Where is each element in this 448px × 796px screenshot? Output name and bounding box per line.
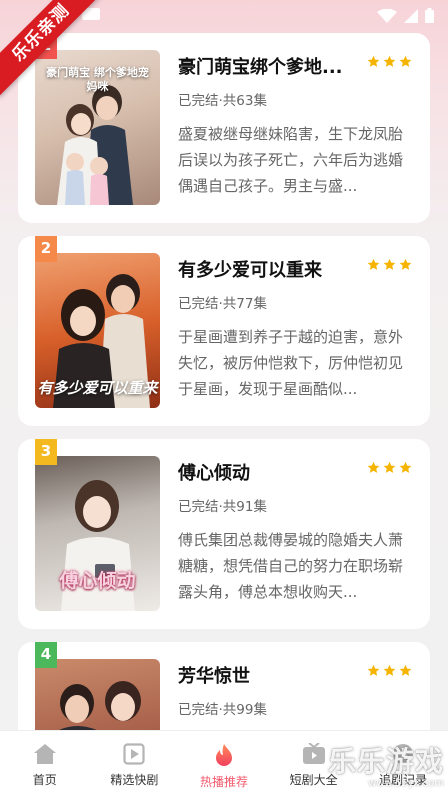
star-icon (367, 55, 380, 67)
star-icon (399, 55, 412, 67)
episode-status: 已完结·共91集 (178, 499, 267, 515)
star-icon (399, 258, 412, 270)
nav-label: 精选快剧 (110, 773, 159, 787)
drama-description: 于星画遭到养子于越的迫害，意外失忆，被厉仲恺救下，厉仲恺初见于星画，发现于星画酷… (178, 328, 404, 398)
episode-status: 已完结·共63集 (178, 93, 267, 109)
nav-item-trending[interactable]: 热播推荐 (179, 731, 269, 796)
drama-description: 盛夏被继母继妹陷害，生下龙凤胎后误以为孩子死亡，六年后为逃婚偶遇自己孩子。男主与… (178, 125, 404, 195)
drama-poster[interactable] (35, 659, 160, 730)
nav-item-history[interactable]: 追剧记录 (358, 731, 448, 796)
flame-icon (215, 744, 232, 766)
drama-poster[interactable]: 有多少爱可以重来 (35, 253, 160, 408)
star-icon (383, 664, 396, 676)
rating-stars (367, 55, 412, 68)
poster-title: 有多少爱可以重来 (37, 379, 158, 397)
nav-label: 热播推荐 (199, 775, 248, 789)
star-icon (383, 461, 396, 473)
star-icon (399, 461, 412, 473)
rank-badge: 3 (35, 439, 57, 465)
episode-status: 已完结·共77集 (178, 296, 267, 312)
nav-item-catalog[interactable]: 短剧大全 (269, 731, 359, 796)
star-icon (399, 664, 412, 676)
nav-label: 首页 (32, 773, 57, 787)
nav-label: 短剧大全 (289, 773, 338, 787)
drama-description: 傅氏集团总裁傅晏城的隐婚夫人萧糖糖，想凭借自己的努力在职场崭露头角，傅总本想收购… (178, 531, 404, 601)
episode-status: 已完结·共99集 (178, 702, 267, 718)
drama-title[interactable]: 豪门萌宝绑个爹地... (178, 53, 358, 79)
tv-icon (302, 743, 325, 764)
rating-stars (367, 461, 412, 474)
nav-label: 追剧记录 (379, 773, 428, 787)
drama-card[interactable]: 3 傅心倾动 傅心倾动 已完结·共91集 傅氏集团总裁傅晏城的隐婚夫人萧糖糖，想… (18, 439, 430, 629)
poster-title: 傅心倾动 (59, 570, 136, 592)
drama-title[interactable]: 傅心倾动 (178, 459, 358, 485)
nav-item-home[interactable]: 首页 (0, 731, 90, 796)
home-icon (33, 744, 56, 764)
corner-ribbon: 乐乐亲测 (0, 0, 110, 110)
drama-poster[interactable]: 傅心倾动 (35, 456, 160, 611)
ribbon-text: 乐乐亲测 (0, 0, 105, 97)
rating-stars (367, 664, 412, 677)
drama-card[interactable]: 2 有多少爱可以重来 有多少爱可以重来 已完结·共77集 于星画遭到养子于越的迫… (18, 236, 430, 426)
drama-card[interactable]: 4 芳华惊世 已完结·共99集 (18, 642, 430, 730)
drama-title[interactable]: 芳华惊世 (178, 662, 358, 688)
star-icon (367, 664, 380, 676)
star-icon (383, 258, 396, 270)
rank-badge: 4 (35, 642, 57, 668)
star-icon (367, 258, 380, 270)
history-icon (393, 744, 414, 764)
rank-badge: 2 (35, 236, 57, 262)
star-icon (383, 55, 396, 67)
star-icon (367, 461, 380, 473)
drama-title[interactable]: 有多少爱可以重来 (178, 256, 358, 282)
play-square-icon (123, 743, 145, 765)
rating-stars (367, 258, 412, 271)
bottom-nav: 首页 精选快剧 热播推荐 短剧大全 追剧记录 (0, 730, 448, 796)
nav-item-featured[interactable]: 精选快剧 (90, 731, 180, 796)
poster-illustration (59, 681, 141, 730)
